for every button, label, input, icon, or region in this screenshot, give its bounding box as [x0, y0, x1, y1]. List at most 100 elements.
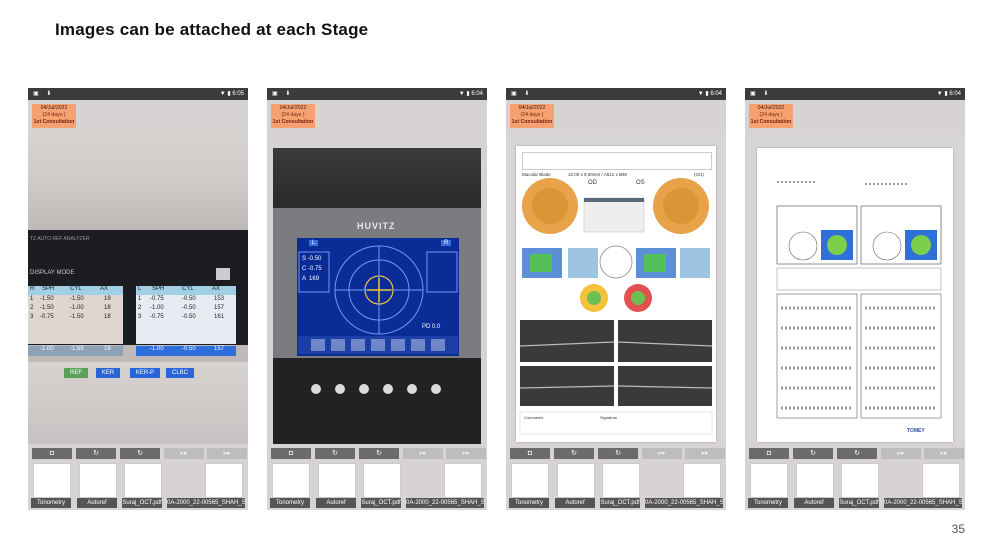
attachment-strip: Tonometry Autoref Suraj_OCT.pdf 0A-2000_… — [506, 462, 726, 510]
oct-report: Macular Blade 12.00 x 9.00mm / A512 x B9… — [516, 146, 716, 442]
attachment-thumb[interactable]: 0A-2000_22-00565_SHAH_SUR — [406, 462, 484, 508]
attachment-thumb[interactable]: Autoref — [316, 462, 356, 508]
table-header: R SPH CYL AX — [28, 286, 123, 295]
phone-screen-autoref: ▣ ⬇ ▼ ▮ 6:04 HUVITZ L R S -0.50 C -0.75 … — [267, 88, 487, 510]
attachment-thumb[interactable]: Tonometry — [31, 462, 71, 508]
stage-badge: 04/Jul/2022 (24 days ) 1st Consultation — [271, 104, 315, 128]
rotate-icon[interactable]: ↻ — [315, 448, 355, 459]
report-header — [522, 152, 712, 170]
attachment-thumb[interactable]: 0A-2000_22-00565_SHAH_SUR — [167, 462, 245, 508]
page-number: 35 — [951, 522, 965, 536]
attachment-strip: Tonometry Autoref Suraj_OCT.pdf 0A-2000_… — [28, 462, 248, 510]
attachment-thumb[interactable]: 0A-2000_22-00565_SHAH_SUR — [884, 462, 962, 508]
right-eye-table: R SPH CYL AX 1 -1.50 -1.50 19 2 -1.50 -1.00 18… — [28, 286, 123, 344]
comments-label: Comments — [524, 415, 544, 420]
image-viewer: TZ AUTO REF ANALYZER DISPLAY MODE R SPH … — [28, 132, 248, 444]
phone-screen-report: ▣ ⬇ ▼ ▮ 6:04 TOMEY 04/Jul/2022 (24 days … — [745, 88, 965, 510]
rotate-icon[interactable]: ↻ — [837, 448, 877, 459]
status-time: ▼ ▮ 6:04 — [697, 91, 722, 97]
notification-icons: ▣ ⬇ — [511, 91, 533, 97]
forward-icon[interactable]: ▸▸ — [403, 448, 443, 459]
device-button — [383, 384, 393, 394]
forward-icon[interactable]: ▸▸ — [881, 448, 921, 459]
device-button — [431, 384, 441, 394]
reading-a: A 169 — [302, 276, 320, 282]
reading-s: S -0.50 — [302, 256, 322, 262]
signature-label: Signature — [600, 415, 618, 420]
left-average-row: -1.00 -0.50 157 — [136, 346, 236, 356]
stage-badge: 04/Jul/2022 (24 days ) 1st Consultation — [32, 104, 76, 128]
tomey-report: TOMEY — [757, 148, 953, 442]
rotate-icon[interactable]: ↻ — [359, 448, 399, 459]
left-eye-indicator: L — [309, 240, 319, 246]
lensometer-screen: TZ AUTO REF ANALYZER DISPLAY MODE R SPH … — [28, 230, 248, 345]
status-bar: ▣ ⬇ ▼ ▮ 6:04 — [267, 88, 487, 100]
phone-screen-oct: ▣ ⬇ ▼ ▮ 6:04 Macular Blade 12.00 x 9.00m… — [506, 88, 726, 510]
rotate-icon[interactable]: ↻ — [793, 448, 833, 459]
device-button — [407, 384, 417, 394]
image-viewer: TOMEY — [745, 132, 965, 444]
attachment-thumb[interactable]: Suraj_OCT.pdf — [600, 462, 640, 508]
notification-icons: ▣ ⬇ — [272, 91, 294, 97]
lensometer-photo: TZ AUTO REF ANALYZER DISPLAY MODE R SPH … — [28, 132, 248, 444]
pd-readout: PD 0.0 — [422, 324, 441, 330]
status-time: ▼ ▮ 6:04 — [936, 91, 961, 97]
reading-c: C -0.75 — [302, 266, 322, 272]
right-eye-indicator: R — [441, 240, 452, 246]
right-average-row: -1.00 -1.55 18 — [28, 346, 123, 356]
notification-icons: ▣ ⬇ — [750, 91, 772, 97]
stage-badge: 04/Jul/2022 (24 days ) 1st Consultation — [749, 104, 793, 128]
attachment-thumb[interactable]: Autoref — [555, 462, 595, 508]
ker-p-button: KER-P — [130, 368, 160, 378]
ref-button: REF — [64, 368, 88, 378]
device-button — [311, 384, 321, 394]
ker-button: KER — [96, 368, 120, 378]
forward-icon[interactable]: ▸▸ — [164, 448, 204, 459]
stage-badge: 04/Jul/2022 (24 days ) 1st Consultation — [510, 104, 554, 128]
attachment-thumb[interactable]: Suraj_OCT.pdf — [839, 462, 879, 508]
camera-icon[interactable]: ◘ — [510, 448, 550, 459]
attachment-thumb[interactable]: Tonometry — [270, 462, 310, 508]
attachment-toolbar: ◘ ↻ ↻ ▸▸ ▸▸ — [747, 448, 964, 460]
device-button — [335, 384, 345, 394]
attachment-thumb[interactable]: Tonometry — [748, 462, 788, 508]
attachment-thumb[interactable]: Suraj_OCT.pdf — [122, 462, 162, 508]
attachment-thumb[interactable]: Suraj_OCT.pdf — [361, 462, 401, 508]
autoref-screen: L R S -0.50 C -0.75 A 169 PD 0.0 — [297, 238, 459, 356]
device-label: TZ AUTO REF ANALYZER — [30, 236, 90, 242]
rotate-icon[interactable]: ↻ — [554, 448, 594, 459]
rotate-icon[interactable]: ↻ — [76, 448, 116, 459]
attachment-thumb[interactable]: Tonometry — [509, 462, 549, 508]
brand-logo: TOMEY — [907, 428, 925, 434]
forward-icon[interactable]: ▸▸ — [446, 448, 486, 459]
forward-icon[interactable]: ▸▸ — [924, 448, 964, 459]
image-viewer: Macular Blade 12.00 x 9.00mm / A512 x B9… — [506, 132, 726, 444]
forward-icon[interactable]: ▸▸ — [207, 448, 247, 459]
status-bar: ▣ ⬇ ▼ ▮ 6:04 — [745, 88, 965, 100]
camera-icon[interactable]: ◘ — [32, 448, 72, 459]
status-bar: ▣ ⬇ ▼ ▮ 6:04 — [506, 88, 726, 100]
slide-title: Images can be attached at each Stage — [55, 20, 369, 39]
attachment-strip: Tonometry Autoref Suraj_OCT.pdf 0A-2000_… — [745, 462, 965, 510]
attachment-thumb[interactable]: Autoref — [77, 462, 117, 508]
brand-label: HUVITZ — [357, 221, 396, 231]
status-time: ▼ ▮ 6:04 — [458, 91, 483, 97]
device-button — [359, 384, 369, 394]
rotate-icon[interactable]: ↻ — [120, 448, 160, 459]
camera-icon[interactable]: ◘ — [271, 448, 311, 459]
mode-label: DISPLAY MODE — [30, 270, 75, 276]
print-icon — [216, 268, 230, 280]
oct-graphics — [519, 178, 713, 435]
forward-icon[interactable]: ▸▸ — [685, 448, 725, 459]
attachment-thumb[interactable]: Autoref — [794, 462, 834, 508]
attachment-toolbar: ◘ ↻ ↻ ▸▸ ▸▸ — [269, 448, 486, 460]
attachment-strip: Tonometry Autoref Suraj_OCT.pdf 0A-2000_… — [267, 462, 487, 510]
attachment-toolbar: ◘ ↻ ↻ ▸▸ ▸▸ — [30, 448, 247, 460]
clbc-button: CLBC — [166, 368, 194, 378]
rotate-icon[interactable]: ↻ — [598, 448, 638, 459]
phone-screen-tonometry: ▣ ⬇ ▼ ▮ 6:05 TZ AUTO REF ANALYZER DISPLA… — [28, 88, 248, 510]
status-bar: ▣ ⬇ ▼ ▮ 6:05 — [28, 88, 248, 100]
forward-icon[interactable]: ▸▸ — [642, 448, 682, 459]
attachment-thumb[interactable]: 0A-2000_22-00565_SHAH_SUR — [645, 462, 723, 508]
camera-icon[interactable]: ◘ — [749, 448, 789, 459]
